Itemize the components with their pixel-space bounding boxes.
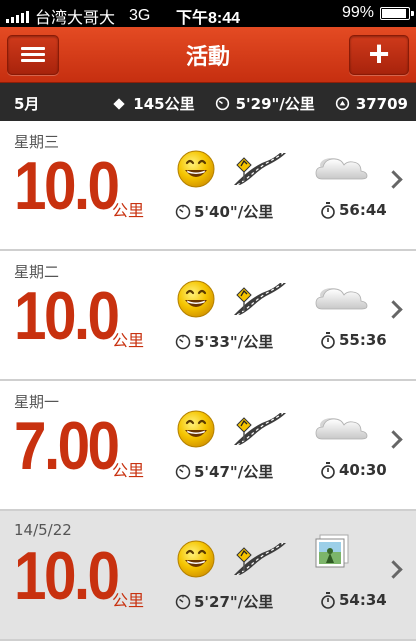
pace-icon <box>175 464 191 479</box>
total-calories: 37709 <box>355 94 408 113</box>
cloud-icon <box>315 418 368 440</box>
stopwatch-icon <box>321 201 335 219</box>
cloud-icon <box>315 288 368 310</box>
month-summary-bar: 5月 145公里 5'29"/公里 37709 <box>0 83 416 121</box>
distance-unit: 公里 <box>112 201 145 220</box>
run-distance: 10.0 <box>14 278 120 354</box>
run-distance: 10.0 <box>14 538 120 614</box>
pace-icon <box>175 594 191 609</box>
chevron-right-icon[interactable] <box>384 300 403 319</box>
duration-value: 54:34 <box>339 591 387 609</box>
run-duration: 40:30 <box>320 461 387 479</box>
pace-value: 5'40"/公里 <box>194 203 274 221</box>
duration-value: 40:30 <box>339 461 387 479</box>
run-row[interactable]: 14/5/22 10.0 公里 5'27"/公里 54:34 <box>0 511 416 641</box>
smiley-icon <box>177 410 215 448</box>
pace-value: 5'27"/公里 <box>194 593 274 611</box>
total-distance: 145公里 <box>133 95 195 113</box>
pace-icon <box>175 334 191 349</box>
road-icon <box>234 152 286 186</box>
smiley-icon <box>177 280 215 318</box>
distance-unit: 公里 <box>112 591 145 610</box>
run-pace: 5'47"/公里 <box>175 461 273 482</box>
pace-icon <box>175 204 191 219</box>
road-icon <box>234 282 286 316</box>
photo-icon <box>315 534 349 568</box>
run-duration: 56:44 <box>320 201 387 219</box>
pace-value: 5'47"/公里 <box>194 463 274 481</box>
distance-unit: 公里 <box>112 461 145 480</box>
run-row[interactable]: 星期三 10.0 公里 5'40"/公里 56:44 <box>0 121 416 251</box>
run-row[interactable]: 星期一 7.00 公里 5'47"/公里 40:30 <box>0 381 416 511</box>
average-pace: 5'29"/公里 <box>235 95 315 113</box>
chevron-right-icon[interactable] <box>384 560 403 579</box>
distance-icon <box>113 97 125 110</box>
pace-value: 5'33"/公里 <box>194 333 274 351</box>
battery-icon <box>380 6 414 20</box>
plus-icon: + <box>368 33 390 74</box>
smiley-icon <box>177 540 215 578</box>
cloud-icon <box>315 158 368 180</box>
duration-value: 56:44 <box>339 201 387 219</box>
run-pace: 5'40"/公里 <box>175 201 273 222</box>
run-pace: 5'33"/公里 <box>175 331 273 352</box>
calories-icon <box>335 96 349 111</box>
stopwatch-icon <box>321 461 335 479</box>
run-row[interactable]: 星期二 10.0 公里 5'33"/公里 55:36 <box>0 251 416 381</box>
stopwatch-icon <box>321 331 335 349</box>
duration-value: 55:36 <box>339 331 387 349</box>
run-pace: 5'27"/公里 <box>175 591 273 612</box>
add-run-button[interactable]: + <box>349 35 409 75</box>
run-distance: 10.0 <box>14 148 120 224</box>
nav-bar: 活動 + <box>0 27 416 83</box>
road-icon <box>234 412 286 446</box>
distance-unit: 公里 <box>112 331 145 350</box>
chevron-right-icon[interactable] <box>384 170 403 189</box>
chevron-right-icon[interactable] <box>384 430 403 449</box>
road-icon <box>234 542 286 576</box>
month-label: 5月 <box>14 95 40 113</box>
run-distance: 7.00 <box>14 408 120 484</box>
battery-percent: 99% <box>341 4 374 21</box>
run-duration: 55:36 <box>320 331 387 349</box>
smiley-icon <box>177 150 215 188</box>
run-duration: 54:34 <box>320 591 387 609</box>
stopwatch-icon <box>321 591 335 609</box>
status-bar: 台湾大哥大 3G 下午8:44 99% <box>0 0 416 27</box>
pace-icon <box>215 96 229 111</box>
